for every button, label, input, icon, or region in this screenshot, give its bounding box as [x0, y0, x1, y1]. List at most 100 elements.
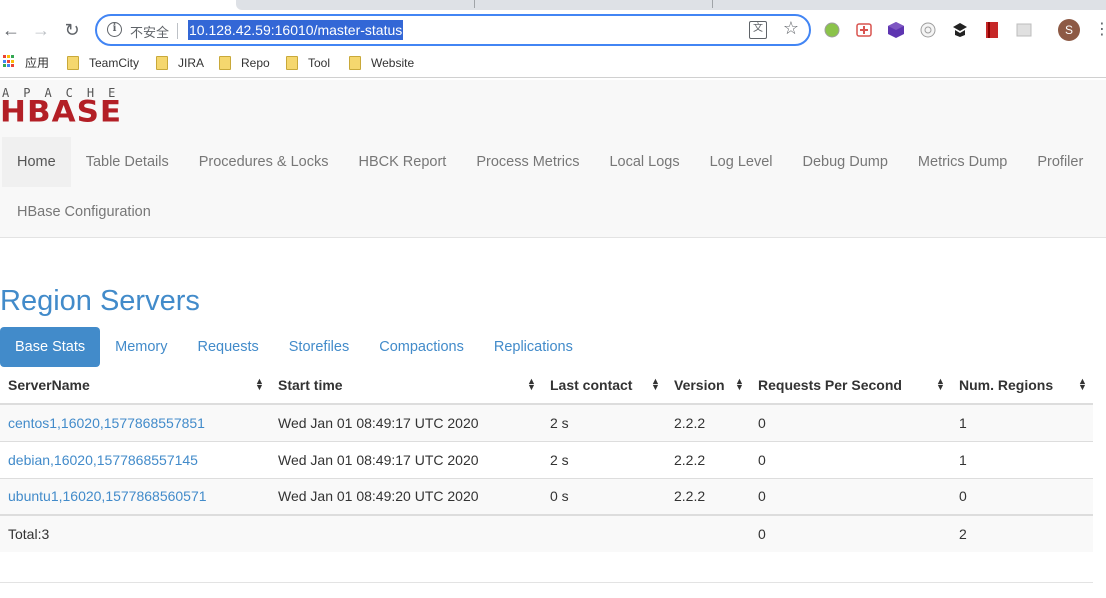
extension-ribbon-icon[interactable]: [951, 21, 969, 39]
bookmark-repo[interactable]: Repo: [219, 54, 270, 72]
hbase-logo[interactable]: APACHE HBASE: [0, 86, 137, 128]
nav-log-level[interactable]: Log Level: [695, 137, 788, 187]
tab-compactions[interactable]: Compactions: [364, 327, 479, 367]
tab-strip: [0, 0, 1106, 10]
back-icon[interactable]: ←: [0, 19, 22, 41]
empty-cell: [542, 514, 666, 552]
server-link[interactable]: ubuntu1,16020,1577868560571: [8, 488, 207, 504]
translate-icon[interactable]: 文: [749, 21, 767, 39]
address-bar[interactable]: i 不安全 10.128.42.59:16010/master-status 文…: [95, 14, 811, 46]
nav-row-1: Home Table Details Procedures & Locks HB…: [2, 137, 1098, 187]
column-label: Last contact: [550, 376, 633, 393]
info-icon[interactable]: i: [107, 22, 122, 37]
version-cell: 2.2.2: [666, 477, 750, 515]
forward-icon[interactable]: →: [30, 19, 52, 41]
column-label: Requests Per Second: [758, 376, 902, 393]
folder-icon: [349, 56, 361, 70]
star-icon[interactable]: ☆: [783, 18, 799, 39]
sort-icon[interactable]: ▲ ▼: [651, 377, 660, 392]
hbase-navbar: APACHE HBASE Home Table Details Procedur…: [0, 80, 1106, 238]
nav-row-2: HBase Configuration: [2, 187, 166, 237]
bookmark-tool[interactable]: Tool: [286, 54, 330, 72]
tab-storefiles[interactable]: Storefiles: [274, 327, 364, 367]
nav-table-details[interactable]: Table Details: [71, 137, 184, 187]
table-row: debian,16020,1577868557145 Wed Jan 01 08…: [0, 440, 1093, 478]
column-label: Version: [674, 376, 725, 393]
sort-icon[interactable]: ▲ ▼: [735, 377, 744, 392]
column-header-version[interactable]: Version ▲ ▼: [666, 366, 750, 405]
bookmark-label: JIRA: [178, 56, 205, 70]
num-regions-cell: 1: [951, 403, 1093, 441]
security-label[interactable]: 不安全: [130, 22, 169, 41]
browser-tabs[interactable]: [236, 0, 1106, 10]
tab-memory[interactable]: Memory: [100, 327, 182, 367]
empty-cell: [666, 514, 750, 552]
table-total-row: Total:3 0 2: [0, 514, 1093, 552]
browser-toolbar: ← → ↻ i 不安全 10.128.42.59:16010/master-st…: [0, 10, 1106, 50]
extension-circle-icon[interactable]: [919, 21, 937, 39]
empty-cell: [270, 514, 542, 552]
column-header-servername[interactable]: ServerName ▲ ▼: [0, 366, 270, 405]
table-row: ubuntu1,16020,1577868560571 Wed Jan 01 0…: [0, 477, 1093, 515]
address-separator: [177, 23, 178, 39]
region-servers-title: Region Servers: [0, 285, 200, 317]
sort-icon[interactable]: ▲ ▼: [936, 377, 945, 392]
server-link[interactable]: centos1,16020,1577868557851: [8, 415, 205, 431]
bookmark-label: TeamCity: [89, 56, 140, 70]
server-name-cell: debian,16020,1577868557145: [0, 440, 270, 478]
version-cell: 2.2.2: [666, 440, 750, 478]
num-regions-cell: 1: [951, 440, 1093, 478]
table-row: centos1,16020,1577868557851 Wed Jan 01 0…: [0, 403, 1093, 441]
bookmark-teamcity[interactable]: TeamCity: [67, 54, 139, 72]
server-name-cell: ubuntu1,16020,1577868560571: [0, 477, 270, 515]
server-name-cell: centos1,16020,1577868557851: [0, 403, 270, 441]
table-header-row: ServerName ▲ ▼ Start time ▲ ▼ Last contact ▲ ▼…: [0, 366, 1093, 405]
sort-icon[interactable]: ▲ ▼: [255, 377, 264, 392]
reload-icon[interactable]: ↻: [61, 19, 83, 41]
requests-per-second-cell: 0: [750, 440, 951, 478]
column-header-num-regions[interactable]: Num. Regions ▲ ▼: [951, 366, 1093, 405]
nav-profiler[interactable]: Profiler: [1022, 137, 1098, 187]
nav-procedures-locks[interactable]: Procedures & Locks: [184, 137, 344, 187]
nav-local-logs[interactable]: Local Logs: [594, 137, 694, 187]
bookmark-label: Website: [371, 56, 415, 70]
folder-icon: [156, 56, 168, 70]
nav-debug-dump[interactable]: Debug Dump: [787, 137, 902, 187]
sort-icon[interactable]: ▲ ▼: [1078, 377, 1087, 392]
column-header-last-contact[interactable]: Last contact ▲ ▼: [542, 366, 666, 405]
column-header-start-time[interactable]: Start time ▲ ▼: [270, 366, 542, 405]
nav-metrics-dump[interactable]: Metrics Dump: [903, 137, 1022, 187]
extension-book-icon[interactable]: [983, 21, 1001, 39]
extension-red-cross-icon[interactable]: [855, 21, 873, 39]
tab-replications[interactable]: Replications: [479, 327, 588, 367]
url-text[interactable]: 10.128.42.59:16010/master-status: [188, 20, 404, 40]
profile-avatar[interactable]: S: [1058, 19, 1080, 41]
column-header-requests-per-second[interactable]: Requests Per Second ▲ ▼: [750, 366, 951, 405]
menu-icon[interactable]: ⋮: [1094, 19, 1106, 41]
apps-icon[interactable]: [3, 55, 16, 68]
nav-hbase-configuration[interactable]: HBase Configuration: [2, 187, 166, 237]
bookmarks-bar: 应用 TeamCity JIRA Repo Tool Website: [0, 50, 1106, 78]
extension-green-icon[interactable]: [824, 21, 842, 39]
bookmark-apps[interactable]: 应用: [25, 54, 49, 72]
server-link[interactable]: debian,16020,1577868557145: [8, 452, 198, 468]
nav-hbck-report[interactable]: HBCK Report: [343, 137, 461, 187]
last-contact-cell: 0 s: [542, 477, 666, 515]
bookmark-label: Tool: [308, 56, 331, 70]
last-contact-cell: 2 s: [542, 403, 666, 441]
start-time-cell: Wed Jan 01 08:49:17 UTC 2020: [270, 440, 542, 478]
extension-gray-icon[interactable]: [1015, 21, 1033, 39]
nav-home[interactable]: Home: [2, 137, 71, 187]
start-time-cell: Wed Jan 01 08:49:20 UTC 2020: [270, 477, 542, 515]
num-regions-cell: 0: [951, 477, 1093, 515]
folder-icon: [67, 56, 79, 70]
bookmark-website[interactable]: Website: [349, 54, 414, 72]
nav-process-metrics[interactable]: Process Metrics: [461, 137, 594, 187]
tab-base-stats[interactable]: Base Stats: [0, 327, 101, 367]
section-divider: [0, 582, 1093, 583]
tab-requests[interactable]: Requests: [183, 327, 274, 367]
requests-per-second-cell: 0: [750, 477, 951, 515]
bookmark-jira[interactable]: JIRA: [156, 54, 204, 72]
sort-icon[interactable]: ▲ ▼: [527, 377, 536, 392]
extension-purple-cube-icon[interactable]: [887, 21, 905, 39]
